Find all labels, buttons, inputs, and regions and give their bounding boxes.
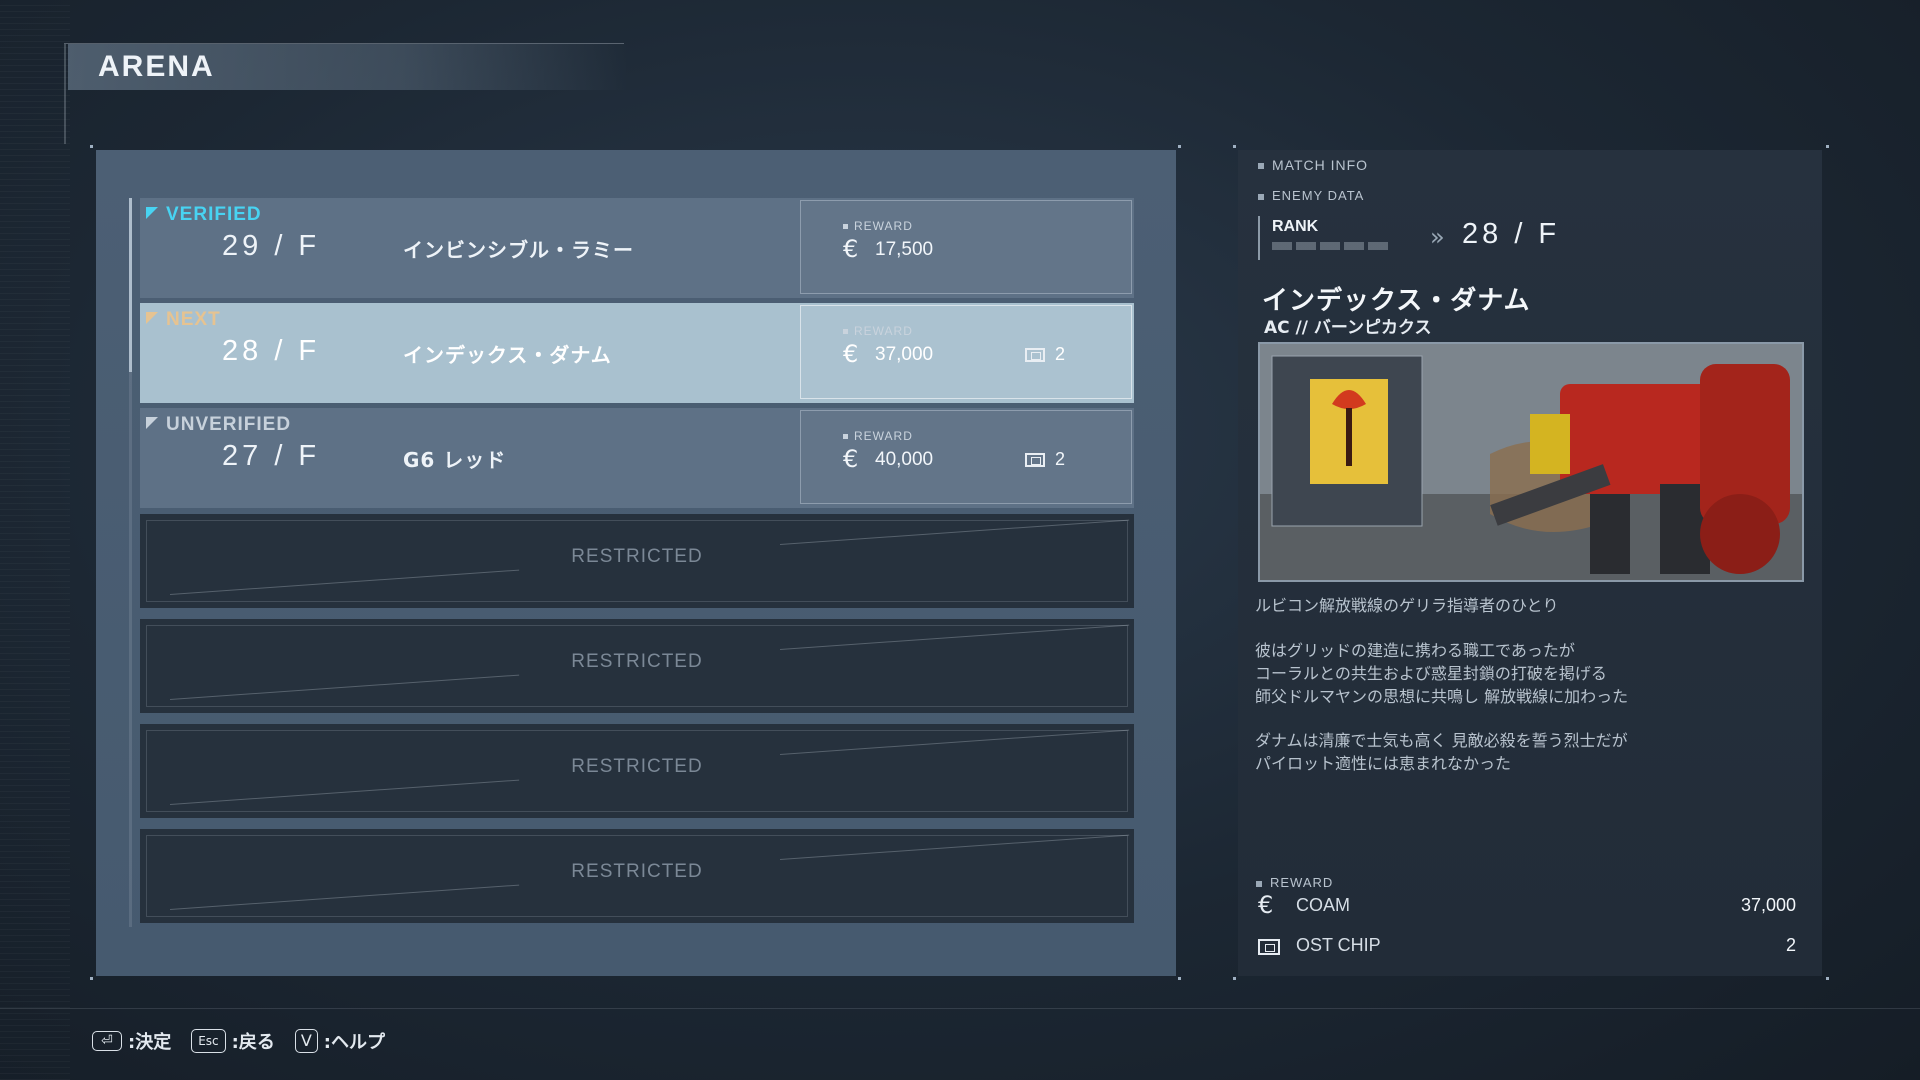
row-status: VERIFIED bbox=[166, 204, 262, 225]
reward-label: REWARD bbox=[843, 219, 913, 233]
footer-hints: :決定 Esc :戻る V :ヘルプ bbox=[92, 1026, 385, 1056]
arena-row-restricted[interactable]: RESTRICTED bbox=[140, 724, 1134, 818]
esc-key-icon[interactable]: Esc bbox=[191, 1029, 226, 1053]
coam-currency-icon: € bbox=[1258, 891, 1274, 919]
restricted-label: RESTRICTED bbox=[571, 651, 703, 672]
enemy-description-line: 彼はグリッドの建造に携わる職工であったが bbox=[1255, 641, 1575, 660]
enter-key-icon[interactable] bbox=[92, 1030, 122, 1052]
reward-amount: 37,000 bbox=[875, 344, 934, 365]
arena-row-next-selected[interactable]: NEXT 28 / F インデックス・ダナム REWARD € 37,000 2 bbox=[140, 303, 1134, 403]
arena-row-restricted[interactable]: RESTRICTED bbox=[140, 829, 1134, 923]
row-status: UNVERIFIED bbox=[166, 414, 292, 435]
enemy-description-line: パイロット適性には恵まれなかった bbox=[1255, 754, 1512, 773]
corner-marker bbox=[1233, 145, 1236, 148]
status-marker-icon bbox=[146, 207, 158, 219]
rank-value: 28 / F bbox=[1462, 218, 1561, 250]
row-enemy-name: インビンシブル・ラミー bbox=[403, 238, 634, 262]
reward-row-coam: € COAM 37,000 bbox=[1256, 891, 1796, 923]
reward-section-label: REWARD bbox=[1256, 875, 1333, 890]
coam-currency-icon: € bbox=[843, 445, 859, 473]
row-enemy-name: インデックス・ダナム bbox=[403, 343, 612, 367]
background-scanlines bbox=[0, 0, 70, 1080]
corner-marker bbox=[1178, 977, 1181, 980]
corner-marker bbox=[90, 145, 93, 148]
status-marker-icon bbox=[146, 417, 158, 429]
enemy-data-label: ENEMY DATA bbox=[1258, 188, 1364, 203]
reward-value: 2 bbox=[1785, 935, 1796, 955]
reward-name: COAM bbox=[1296, 895, 1350, 915]
row-reward-box: REWARD € 40,000 2 bbox=[800, 410, 1132, 504]
help-hint-label: :ヘルプ bbox=[323, 1032, 385, 1053]
reward-row-ost-chip: OST CHIP 2 bbox=[1256, 933, 1796, 963]
list-scroll-track[interactable] bbox=[129, 372, 132, 927]
arena-row-restricted[interactable]: RESTRICTED bbox=[140, 514, 1134, 608]
enemy-description-line: ダナムは清廉で士気も高く 見敵必殺を誓う烈士だが bbox=[1255, 731, 1628, 750]
reward-label: REWARD bbox=[843, 324, 913, 338]
corner-marker bbox=[1233, 977, 1236, 980]
enemy-portrait-image bbox=[1258, 342, 1804, 582]
corner-marker bbox=[1178, 145, 1181, 148]
reward-label: REWARD bbox=[843, 429, 913, 443]
corner-marker bbox=[1826, 977, 1829, 980]
reward-amount: 40,000 bbox=[875, 449, 934, 470]
corner-marker bbox=[1826, 145, 1829, 148]
rank-deco bbox=[1272, 242, 1392, 250]
restricted-label: RESTRICTED bbox=[571, 756, 703, 777]
row-floor: 28 / F bbox=[222, 335, 321, 367]
match-info-label: MATCH INFO bbox=[1258, 157, 1368, 173]
reward-name: OST CHIP bbox=[1296, 935, 1381, 955]
enemy-ac-name: AC // バーンピカクス bbox=[1264, 318, 1432, 338]
enemy-description-line: 師父ドルマヤンの思想に共鳴し 解放戦線に加わった bbox=[1255, 687, 1629, 706]
ost-chip-icon bbox=[1258, 939, 1280, 955]
row-floor: 29 / F bbox=[222, 230, 321, 262]
enemy-description-line: コーラルとの共生および惑星封鎖の打破を掲げる bbox=[1255, 664, 1607, 683]
reward-value: 37,000 bbox=[1740, 895, 1796, 915]
row-status: NEXT bbox=[166, 309, 221, 330]
confirm-hint-label: :決定 bbox=[128, 1032, 172, 1053]
corner-marker bbox=[90, 977, 93, 980]
page-title: ARENA bbox=[98, 50, 215, 83]
restricted-label: RESTRICTED bbox=[571, 861, 703, 882]
row-enemy-name: G6 レッド bbox=[403, 448, 507, 472]
reward-amount: 17,500 bbox=[875, 239, 934, 260]
coam-currency-icon: € bbox=[843, 340, 859, 368]
restricted-label: RESTRICTED bbox=[571, 546, 703, 567]
ost-chip-icon bbox=[1025, 453, 1045, 467]
rank-box: RANK bbox=[1258, 216, 1410, 260]
arena-row-unverified[interactable]: UNVERIFIED 27 / F G6 レッド REWARD € 40,000… bbox=[140, 408, 1134, 508]
arena-row-verified[interactable]: VERIFIED 29 / F インビンシブル・ラミー REWARD € 17,… bbox=[140, 198, 1134, 298]
list-scroll-thumb[interactable] bbox=[129, 198, 132, 372]
enemy-name: インデックス・ダナム bbox=[1262, 286, 1531, 316]
row-reward-box: REWARD € 17,500 bbox=[800, 200, 1132, 294]
footer-divider bbox=[0, 1008, 1920, 1009]
enemy-description-line: ルビコン解放戦線のゲリラ指導者のひとり bbox=[1255, 596, 1559, 615]
ost-chip-icon bbox=[1025, 348, 1045, 362]
rank-label: RANK bbox=[1272, 218, 1319, 235]
chevron-right-icon: » bbox=[1430, 223, 1445, 251]
chip-count: 2 bbox=[1055, 344, 1066, 364]
arena-row-restricted[interactable]: RESTRICTED bbox=[140, 619, 1134, 713]
title-frame-line bbox=[64, 44, 66, 144]
chip-count: 2 bbox=[1055, 449, 1066, 469]
row-floor: 27 / F bbox=[222, 440, 321, 472]
title-bar: ARENA bbox=[68, 44, 628, 90]
status-marker-icon bbox=[146, 312, 158, 324]
back-hint-label: :戻る bbox=[231, 1032, 275, 1053]
coam-currency-icon: € bbox=[843, 235, 859, 263]
v-key-icon[interactable]: V bbox=[294, 1029, 318, 1053]
row-reward-box: REWARD € 37,000 2 bbox=[800, 305, 1132, 399]
